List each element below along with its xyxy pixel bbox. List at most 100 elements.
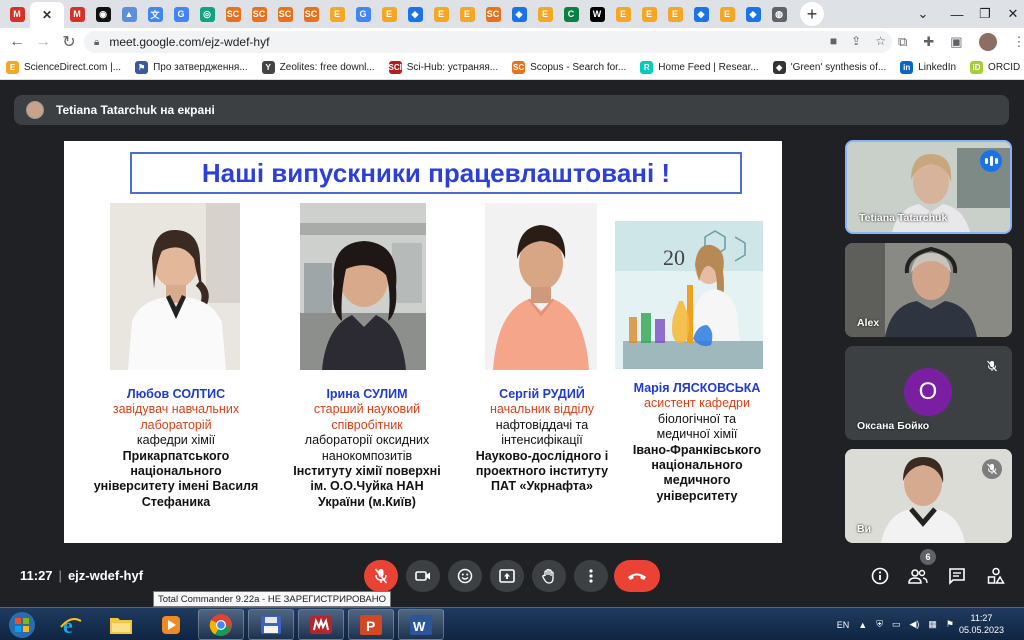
window-close-button[interactable]: ✕ [996,0,1024,28]
battery-icon[interactable]: ▭ [892,619,901,630]
address-bar[interactable]: 🔒︎ meet.google.com/ejz-wdef-hyf ■ ⇪ ☆ [84,31,892,53]
network-icon[interactable]: ▦ [928,619,937,630]
bookmark-item[interactable]: SC Scopus - Search for... [512,61,626,74]
menu-dots-icon[interactable]: ⋮ [1013,34,1024,50]
taskbar-ie[interactable]: e [48,609,94,640]
mic-off-icon [982,459,1002,479]
show-hidden-icons-icon[interactable]: ▲ [858,620,867,630]
taskbar-clock[interactable]: 11:27 05.05.2023 [959,612,1004,636]
browser-tab[interactable]: SC [298,3,324,25]
browser-tab[interactable]: ✕ [30,2,64,28]
diamond-icon: ◆ [693,6,709,22]
browser-tab[interactable]: E [662,3,688,25]
browser-tab[interactable]: SC [246,3,272,25]
language-indicator[interactable]: EN [837,620,850,630]
browser-tab[interactable]: E [376,3,402,25]
graduate-role: асистент кафедри [644,396,750,411]
raise-hand-button[interactable] [532,560,566,592]
taskbar-chrome[interactable] [198,609,244,640]
mic-off-icon [982,356,1002,376]
browser-tab[interactable]: W [584,3,610,25]
bookmark-item[interactable]: R Home Feed | Resear... [640,61,759,74]
extension-icon[interactable]: ⧉ [898,34,907,50]
browser-tab[interactable]: E [532,3,558,25]
browser-tab[interactable]: SC [480,3,506,25]
browser-tab[interactable]: ◆ [688,3,714,25]
camera-icon[interactable]: ■ [830,34,837,48]
back-icon[interactable]: ← [4,33,30,51]
reload-icon[interactable]: ↻ [56,32,82,52]
elsevier-icon: E [667,6,683,22]
participant-tile-oksana[interactable]: О Оксана Бойко [845,346,1012,440]
participants-count-badge: 6 [920,549,936,565]
meeting-time: 11:27 [20,568,53,583]
browser-tab[interactable]: 文 [142,3,168,25]
browser-tab[interactable]: ◍ [766,3,792,25]
bookmark-item[interactable]: ⚑ Про затвердження... [135,61,248,74]
activities-button[interactable] [984,564,1008,588]
forward-icon[interactable]: → [30,33,56,51]
browser-tab[interactable]: C [558,3,584,25]
bookmark-item[interactable]: E ScienceDirect.com |... [6,61,121,74]
new-tab-button[interactable]: + [800,2,824,26]
browser-tab[interactable]: M [64,3,90,25]
present-button[interactable] [490,560,524,592]
browser-tab[interactable]: E [454,3,480,25]
bookmark-item[interactable]: SCI Sci-Hub: устраняя... [389,61,498,74]
browser-tab[interactable]: ▲ [116,3,142,25]
bookmark-item[interactable]: in LinkedIn [900,61,956,74]
taskbar-word[interactable]: W [398,609,444,640]
more-options-button[interactable] [574,560,608,592]
participant-tile-you[interactable]: Ви [845,449,1012,543]
bookmark-item[interactable]: iD ORCID [970,61,1020,74]
chrome-icon: ◍ [771,6,787,22]
bookmark-item[interactable]: ◆ 'Green' synthesis of... [772,61,886,74]
chat-button[interactable] [945,564,969,588]
share-icon[interactable]: ⇪ [851,34,861,48]
puzzle-icon[interactable]: ✚ [923,34,934,50]
browser-tab[interactable]: SC [272,3,298,25]
sidepanel-icon[interactable]: ▣ [950,34,962,50]
browser-tab[interactable]: E [428,3,454,25]
browser-tab[interactable]: ◎ [194,3,220,25]
browser-tab[interactable]: ◆ [740,3,766,25]
mic-toggle-button[interactable] [364,560,398,592]
taskbar-mendeley[interactable] [298,609,344,640]
browser-tab[interactable]: ◉ [90,3,116,25]
elsevier-icon: E [719,6,735,22]
browser-tab[interactable]: M [4,3,30,25]
people-button[interactable] [906,564,930,588]
graduate-photo-2 [300,203,426,370]
taskbar-total-commander[interactable] [248,609,294,640]
chevron-down-icon[interactable]: ⌄ [906,0,940,28]
participant-tile-alex[interactable]: Alex [845,243,1012,337]
translate-icon: 文 [147,6,163,22]
leave-call-button[interactable] [614,560,660,592]
browser-tab[interactable]: E [610,3,636,25]
browser-tab[interactable]: G [350,3,376,25]
browser-tab[interactable]: E [324,3,350,25]
start-button[interactable] [2,609,42,640]
browser-tab[interactable]: E [636,3,662,25]
reactions-button[interactable] [448,560,482,592]
taskbar-explorer[interactable] [98,609,144,640]
bookmark-favicon-icon: iD [970,61,984,74]
clock-date: 05.05.2023 [958,625,1004,635]
graduate-name: Марія ЛЯСКОВСЬКА [633,381,761,395]
bookmark-item[interactable]: Y Zeolites: free downl... [261,61,375,74]
taskbar-powerpoint[interactable]: P [348,609,394,640]
bookmark-star-icon[interactable]: ☆ [875,34,886,48]
camera-toggle-button[interactable] [406,560,440,592]
browser-tab[interactable]: SC [220,3,246,25]
browser-tab[interactable]: ◆ [402,3,428,25]
browser-tab[interactable]: G [168,3,194,25]
meeting-details-button[interactable] [868,564,892,588]
profile-avatar[interactable] [978,33,997,51]
taskbar-media-player[interactable] [148,609,194,640]
flag-icon[interactable]: ⚑ [946,619,954,630]
participant-tile-tetiana[interactable]: Tetiana Tatarchuk [845,140,1012,234]
browser-tab[interactable]: ◆ [506,3,532,25]
security-icon[interactable]: ⛨ [876,619,883,630]
browser-tab[interactable]: E [714,3,740,25]
volume-icon[interactable]: ◀) [909,619,919,630]
